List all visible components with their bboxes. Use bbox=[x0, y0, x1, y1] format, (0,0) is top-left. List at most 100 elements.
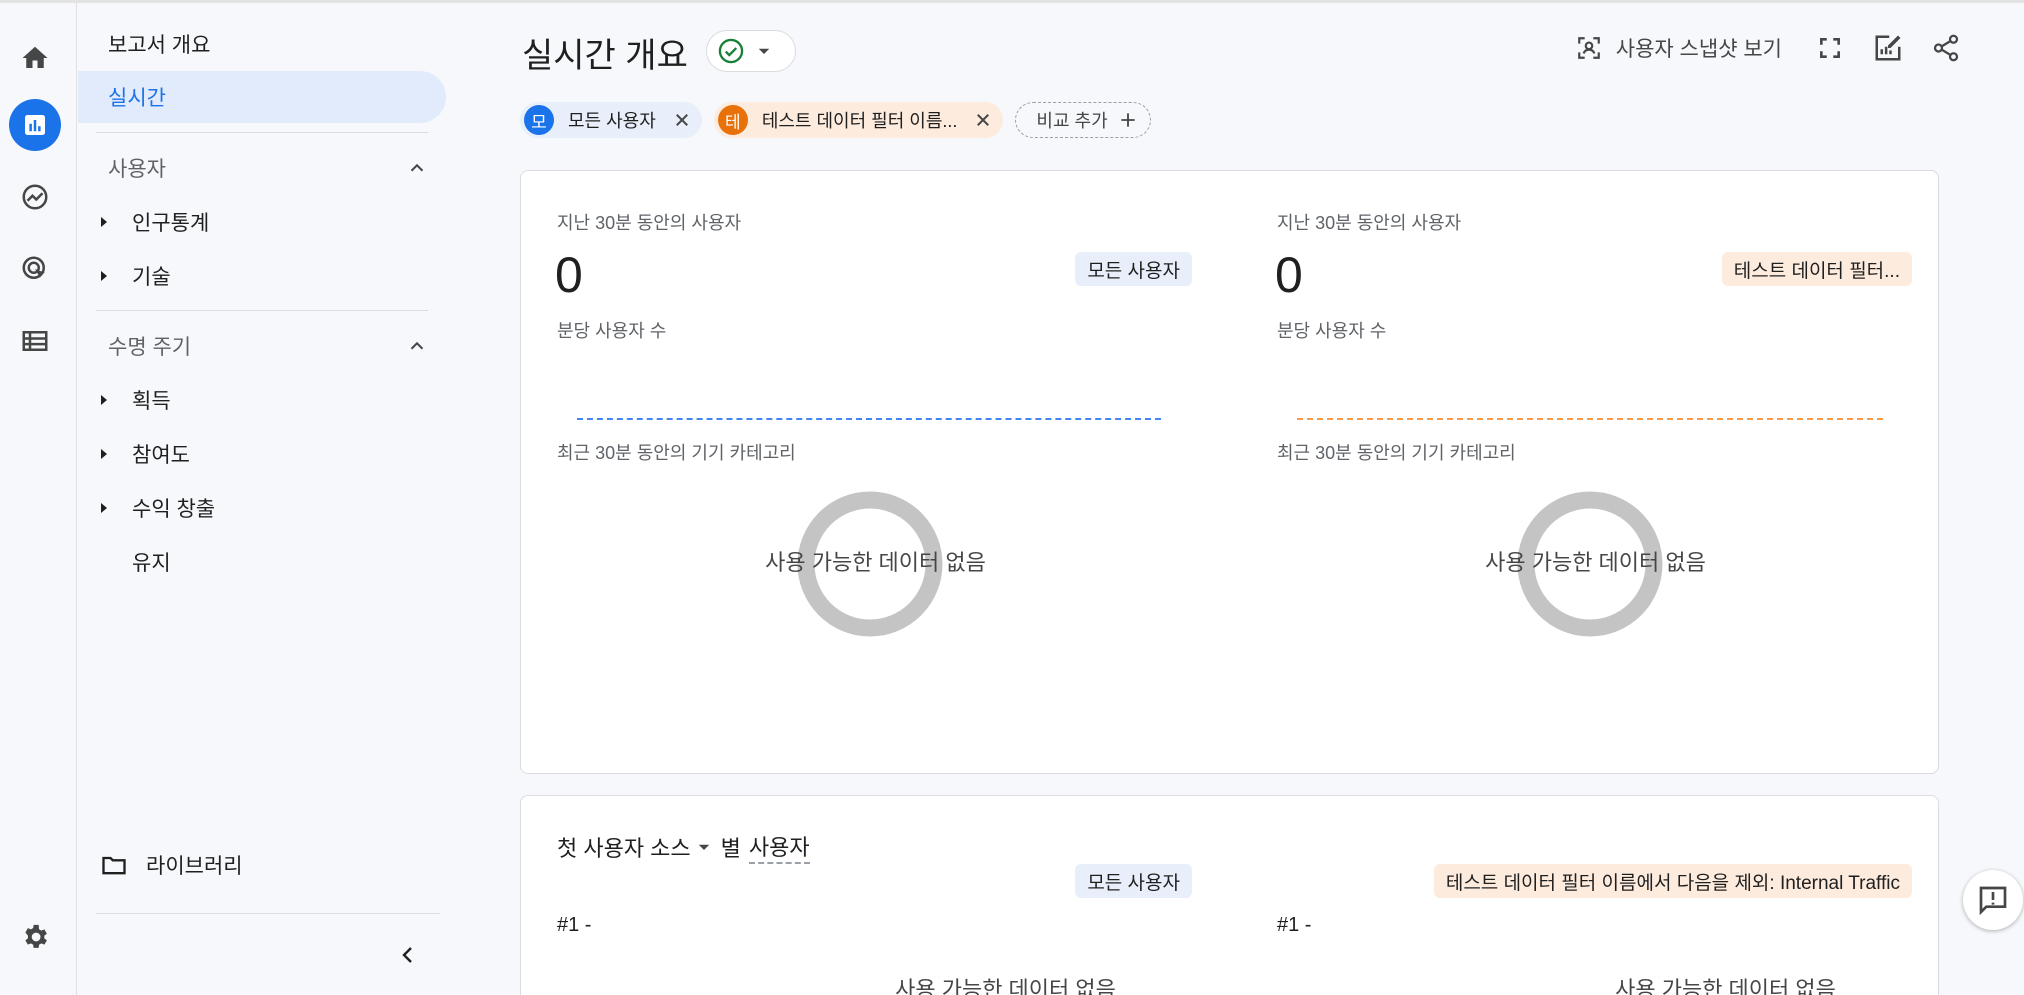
header-actions: 사용자 스냅샷 보기 bbox=[1576, 30, 1964, 66]
segment-column-all-users: 지난 30분 동안의 사용자 0 모든 사용자 분당 사용자 수 최근 30분 … bbox=[521, 171, 1230, 773]
realtime-users-card: 지난 30분 동안의 사용자 0 모든 사용자 분당 사용자 수 최근 30분 … bbox=[520, 170, 1939, 774]
customize-report-button[interactable] bbox=[1870, 30, 1906, 66]
side-navigation: 보고서 개요 실시간 사용자 인구통계 기술 수명 주기 획득 참여도 수익 창… bbox=[78, 3, 450, 995]
feedback-button[interactable] bbox=[1963, 870, 2023, 930]
chip-label: 모든 사용자 bbox=[568, 111, 656, 131]
fullscreen-icon bbox=[1820, 38, 1840, 58]
chevron-up-icon bbox=[410, 341, 424, 350]
device-category-label: 최근 30분 동안의 기기 카테고리 bbox=[1277, 443, 1516, 463]
user-snapshot-label: 사용자 스냅샷 보기 bbox=[1615, 38, 1782, 61]
nav-item-label: 기술 bbox=[132, 266, 171, 289]
users-count: 0 bbox=[1275, 247, 1303, 303]
nav-section-users[interactable]: 사용자 bbox=[108, 148, 428, 188]
check-circle-icon bbox=[718, 38, 744, 64]
comparison-chip-all-users[interactable]: 모 모든 사용자 bbox=[520, 102, 702, 138]
nav-item-retention[interactable]: 유지 bbox=[132, 542, 171, 582]
nav-item-monetization[interactable]: 수익 창출 bbox=[92, 488, 215, 528]
user-snapshot-icon bbox=[1577, 37, 1600, 59]
remove-comparison-button[interactable] bbox=[668, 106, 696, 134]
feedback-icon bbox=[1979, 886, 2007, 916]
caret-right-icon bbox=[101, 503, 107, 513]
list-icon bbox=[22, 331, 48, 351]
segment-badge: 테스트 데이터 필터... bbox=[1721, 252, 1912, 286]
nav-item-demographics[interactable]: 인구통계 bbox=[92, 202, 209, 242]
segment-column-test-filter: 지난 30분 동안의 사용자 0 테스트 데이터 필터... 분당 사용자 수 … bbox=[1241, 171, 1938, 773]
data-status-dropdown[interactable] bbox=[706, 30, 796, 72]
nav-item-label: 인구통계 bbox=[132, 212, 210, 235]
fullscreen-button[interactable] bbox=[1812, 30, 1848, 66]
plus-icon bbox=[1121, 113, 1135, 127]
divider bbox=[96, 310, 428, 311]
per-minute-sparkline bbox=[577, 418, 1161, 420]
close-icon bbox=[675, 114, 688, 126]
nav-item-label: 획득 bbox=[132, 390, 171, 413]
nav-report-overview[interactable]: 보고서 개요 bbox=[78, 18, 446, 70]
configure-list-button[interactable] bbox=[9, 315, 61, 367]
add-comparison-label: 비교 추가 bbox=[1036, 111, 1108, 131]
dropdown-arrow-icon bbox=[758, 48, 770, 54]
no-data-text: 사용 가능한 데이터 없음 bbox=[1615, 977, 1836, 995]
share-button[interactable] bbox=[1928, 30, 1964, 66]
left-rail bbox=[0, 3, 77, 995]
trend-circle-icon bbox=[22, 184, 48, 210]
per-minute-label: 분당 사용자 수 bbox=[1277, 321, 1387, 341]
target-cursor-icon bbox=[22, 256, 45, 279]
device-donut-chart: 사용 가능한 데이터 없음 bbox=[1241, 479, 1938, 639]
no-data-text: 사용 가능한 데이터 없음 bbox=[765, 550, 986, 575]
chevron-up-icon bbox=[410, 163, 424, 172]
divider bbox=[96, 132, 428, 133]
admin-settings-button[interactable] bbox=[9, 911, 61, 963]
home-icon bbox=[22, 46, 48, 68]
folder-icon bbox=[102, 856, 126, 875]
explore-button[interactable] bbox=[9, 171, 61, 223]
nav-realtime[interactable]: 실시간 bbox=[78, 71, 446, 123]
segment-column-test-filter: 테스트 데이터 필터 이름에서 다음을 제외: Internal Traffic… bbox=[1241, 796, 1938, 995]
edit-chart-icon bbox=[1875, 35, 1901, 61]
segment-badge: 모든 사용자 bbox=[1075, 252, 1192, 286]
first-user-source-card: 첫 사용자 소스 별 사용자 모든 사용자 #1 - 사용 가능한 데이터 없음… bbox=[520, 795, 1939, 995]
section-label: 수명 주기 bbox=[108, 336, 192, 359]
users-30min-label: 지난 30분 동안의 사용자 bbox=[557, 213, 742, 233]
device-category-label: 최근 30분 동안의 기기 카테고리 bbox=[557, 443, 796, 463]
rank-row: #1 - bbox=[1277, 914, 1312, 936]
remove-comparison-button[interactable] bbox=[969, 106, 997, 134]
chip-avatar: 모 bbox=[524, 105, 554, 135]
users-count: 0 bbox=[555, 247, 583, 303]
rank-row: #1 - bbox=[557, 914, 592, 936]
nav-library-label: 라이브러리 bbox=[146, 855, 243, 878]
divider bbox=[96, 913, 440, 914]
section-label: 사용자 bbox=[108, 158, 166, 181]
nav-item-engagement[interactable]: 참여도 bbox=[92, 434, 190, 474]
gear-icon bbox=[25, 924, 47, 948]
close-icon bbox=[977, 114, 990, 126]
segment-badge: 테스트 데이터 필터 이름에서 다음을 제외: Internal Traffic bbox=[1433, 864, 1912, 898]
bar-chart-icon bbox=[25, 115, 45, 135]
page-title: 실시간 개요 bbox=[522, 37, 688, 75]
reports-button[interactable] bbox=[9, 99, 61, 151]
chevron-left-icon bbox=[402, 947, 412, 963]
device-donut-chart: 사용 가능한 데이터 없음 bbox=[521, 479, 1230, 639]
nav-item-label: 수익 창출 bbox=[132, 498, 216, 521]
caret-right-icon bbox=[101, 449, 107, 459]
per-minute-sparkline bbox=[1297, 418, 1883, 420]
user-snapshot-button[interactable]: 사용자 스냅샷 보기 bbox=[1576, 33, 1782, 63]
nav-item-acquisition[interactable]: 획득 bbox=[92, 380, 171, 420]
nav-section-lifecycle[interactable]: 수명 주기 bbox=[108, 326, 428, 366]
advertising-button[interactable] bbox=[9, 243, 61, 295]
users-30min-label: 지난 30분 동안의 사용자 bbox=[1277, 213, 1462, 233]
nav-item-tech[interactable]: 기술 bbox=[92, 256, 171, 296]
no-data-text: 사용 가능한 데이터 없음 bbox=[1485, 550, 1706, 575]
segment-column-all-users: 모든 사용자 #1 - 사용 가능한 데이터 없음 bbox=[521, 796, 1230, 995]
segment-badge: 모든 사용자 bbox=[1075, 864, 1192, 898]
nav-library[interactable]: 라이브러리 bbox=[100, 845, 243, 885]
share-icon bbox=[1933, 34, 1959, 62]
comparison-chip-test-filter[interactable]: 테 테스트 데이터 필터 이름... bbox=[713, 102, 1004, 138]
nav-item-label: 참여도 bbox=[132, 444, 190, 467]
home-button[interactable] bbox=[9, 32, 61, 84]
chip-avatar: 테 bbox=[717, 105, 748, 135]
per-minute-label: 분당 사용자 수 bbox=[557, 321, 667, 341]
caret-right-icon bbox=[101, 217, 107, 227]
collapse-nav-button[interactable] bbox=[388, 935, 428, 975]
caret-right-icon bbox=[101, 395, 107, 405]
add-comparison-button[interactable]: 비교 추가 bbox=[1015, 102, 1151, 138]
